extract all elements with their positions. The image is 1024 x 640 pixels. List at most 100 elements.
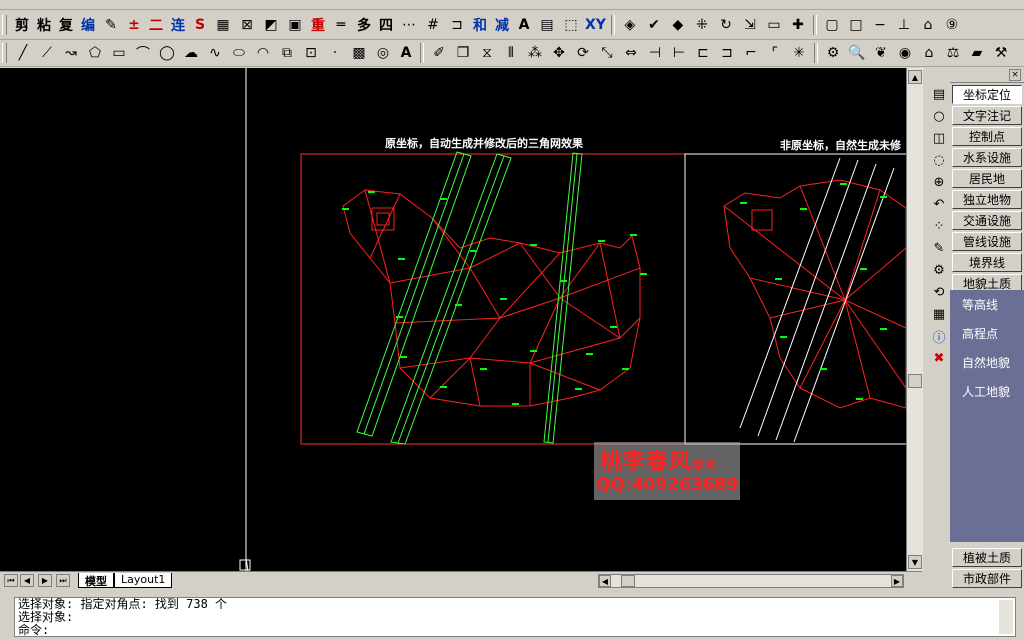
- ruler-icon[interactable]: ▭: [763, 14, 785, 36]
- double-line-button[interactable]: 二: [146, 14, 166, 36]
- panel-btn-text[interactable]: 文字注记: [952, 106, 1022, 125]
- line-icon[interactable]: ╱: [12, 42, 34, 64]
- vertical-scrollbar[interactable]: ▲ ▼: [906, 68, 923, 571]
- scroll-up-arrow[interactable]: ▲: [908, 70, 922, 84]
- grid-icon[interactable]: #: [422, 14, 444, 36]
- cross-box-icon[interactable]: ⊠: [236, 14, 258, 36]
- panel-btn-water[interactable]: 水系设施: [952, 148, 1022, 167]
- command-scrollbar[interactable]: [999, 600, 1013, 634]
- fy-icon[interactable]: ▣: [284, 14, 306, 36]
- hscroll-thumb[interactable]: [621, 575, 635, 587]
- trim-icon[interactable]: ⊣: [644, 42, 666, 64]
- polygon-icon[interactable]: ⬠: [84, 42, 106, 64]
- dash-line-icon[interactable]: ═: [330, 14, 352, 36]
- fillet-icon[interactable]: ⌜: [764, 42, 786, 64]
- subitem-artificial-landform[interactable]: 人工地貌: [950, 377, 1024, 406]
- toolbar-grip[interactable]: [2, 43, 7, 63]
- point-icon[interactable]: ·: [324, 42, 346, 64]
- number-icon[interactable]: ⑨: [941, 14, 963, 36]
- tab-layout1[interactable]: Layout1: [114, 573, 173, 588]
- break-icon[interactable]: ⊏: [692, 42, 714, 64]
- annotate-icon[interactable]: ✚: [787, 14, 809, 36]
- rotate-icon[interactable]: ↻: [715, 14, 737, 36]
- multi-button[interactable]: 多: [354, 14, 374, 36]
- rectangle-icon[interactable]: ▭: [108, 42, 130, 64]
- settings-icon[interactable]: ⚒: [990, 42, 1012, 64]
- circle-icon[interactable]: ◯: [156, 42, 178, 64]
- cut-button[interactable]: 剪: [12, 14, 32, 36]
- move-icon[interactable]: ✥: [548, 42, 570, 64]
- polyline-icon[interactable]: ↝: [60, 42, 82, 64]
- explode-icon[interactable]: ✳: [788, 42, 810, 64]
- toolbar-grip[interactable]: [2, 14, 7, 35]
- pencil-icon[interactable]: ✎: [100, 14, 122, 36]
- folder-icon[interactable]: ▰: [966, 42, 988, 64]
- mirror-icon[interactable]: ⧖: [476, 42, 498, 64]
- undo-icon[interactable]: ↶: [929, 194, 949, 214]
- edit-button[interactable]: 编: [78, 14, 98, 36]
- house-icon[interactable]: ⌂: [918, 42, 940, 64]
- weight-icon[interactable]: ◆: [667, 14, 689, 36]
- map-icon[interactable]: ▤: [929, 84, 949, 104]
- plusminus-button[interactable]: ±: [124, 14, 144, 36]
- text-button[interactable]: A: [514, 14, 534, 36]
- ellipse-arc-icon[interactable]: ◠: [252, 42, 274, 64]
- array-icon[interactable]: ⁂: [524, 42, 546, 64]
- panel-btn-feature[interactable]: 独立地物: [952, 190, 1022, 209]
- insert-block-icon[interactable]: ⧉: [276, 42, 298, 64]
- zoom-icon[interactable]: ◌: [929, 150, 949, 170]
- minus-icon[interactable]: −: [869, 14, 891, 36]
- check-icon[interactable]: ✔: [643, 14, 665, 36]
- scroll-thumb[interactable]: [908, 374, 922, 388]
- stretch-icon[interactable]: ⇔: [620, 42, 642, 64]
- four-button[interactable]: 四: [376, 14, 396, 36]
- line-segment-icon[interactable]: ⋯: [398, 14, 420, 36]
- connect-button[interactable]: 连: [168, 14, 188, 36]
- zoom-icon[interactable]: 🔍: [846, 42, 868, 64]
- close-icon[interactable]: ✖: [929, 348, 949, 368]
- layer-icon[interactable]: ◈: [619, 14, 641, 36]
- nodes-icon[interactable]: ⁘: [929, 216, 949, 236]
- pencil-icon[interactable]: ✎: [929, 238, 949, 258]
- selection-icon[interactable]: ⬚: [560, 14, 582, 36]
- ellipse-icon[interactable]: ⬭: [228, 42, 250, 64]
- arc-icon[interactable]: ⌒: [132, 42, 154, 64]
- chamfer-icon[interactable]: ⌐: [740, 42, 762, 64]
- panel-btn-pipeline[interactable]: 管线设施: [952, 232, 1022, 251]
- property-icon[interactable]: ⚙: [822, 42, 844, 64]
- calculator-icon[interactable]: ▦: [929, 304, 949, 324]
- horizontal-scrollbar[interactable]: ◀ ▶: [598, 574, 904, 588]
- subitem-contour[interactable]: 等高线: [950, 290, 1024, 319]
- subitem-natural-landform[interactable]: 自然地貌: [950, 348, 1024, 377]
- construction-line-icon[interactable]: ⟋: [36, 42, 58, 64]
- scale-icon[interactable]: ⇲: [739, 14, 761, 36]
- s-button[interactable]: S: [190, 14, 210, 36]
- tab-model[interactable]: 模型: [78, 573, 114, 588]
- heavy-button[interactable]: 重: [308, 14, 328, 36]
- xy-button[interactable]: XY: [584, 14, 607, 36]
- rotate-object-icon[interactable]: ⟳: [572, 42, 594, 64]
- pattern-icon[interactable]: ⁜: [691, 14, 713, 36]
- panel-btn-municipal[interactable]: 市政部件: [952, 569, 1022, 588]
- subitem-elevation-point[interactable]: 高程点: [950, 319, 1024, 348]
- scroll-down-arrow[interactable]: ▼: [908, 555, 922, 569]
- search-icon[interactable]: ○: [929, 106, 949, 126]
- panel-btn-coordinate[interactable]: 坐标定位: [952, 85, 1022, 104]
- tab-prev-arrow[interactable]: ◀: [20, 574, 34, 587]
- scroll-left-arrow[interactable]: ◀: [599, 575, 611, 587]
- leaf-icon[interactable]: ❦: [870, 42, 892, 64]
- make-block-icon[interactable]: ⊡: [300, 42, 322, 64]
- panel-close-icon[interactable]: ×: [1009, 69, 1021, 81]
- step-icon[interactable]: ⊥: [893, 14, 915, 36]
- copy-object-icon[interactable]: ❐: [452, 42, 474, 64]
- hatch-draw-icon[interactable]: ▩: [348, 42, 370, 64]
- refresh-icon[interactable]: ⟲: [929, 282, 949, 302]
- mtext-button[interactable]: A: [396, 42, 416, 64]
- magnify-icon[interactable]: ⊕: [929, 172, 949, 192]
- match-icon[interactable]: ◩: [260, 14, 282, 36]
- offset-icon[interactable]: ⫴: [500, 42, 522, 64]
- tab-next-arrow[interactable]: ▶: [38, 574, 52, 587]
- scroll-right-arrow[interactable]: ▶: [891, 575, 903, 587]
- spline-icon[interactable]: ∿: [204, 42, 226, 64]
- panel-btn-residential[interactable]: 居民地: [952, 169, 1022, 188]
